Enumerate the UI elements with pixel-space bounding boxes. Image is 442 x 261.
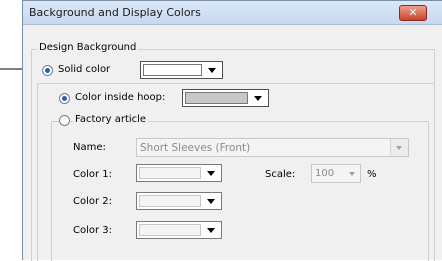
color1-dropdown[interactable] xyxy=(202,166,220,180)
color3-dropdown[interactable] xyxy=(202,223,220,237)
chevron-down-icon xyxy=(254,96,262,101)
name-dropdown[interactable] xyxy=(390,139,408,156)
color2-swatch xyxy=(139,195,201,207)
solid-color-picker[interactable] xyxy=(140,61,223,79)
color-inside-hoop-radio[interactable] xyxy=(59,93,70,104)
hoop-color-dropdown[interactable] xyxy=(249,91,267,105)
title-bar: Background and Display Colors ✕ xyxy=(23,1,442,25)
chevron-down-icon xyxy=(207,228,215,233)
name-combo[interactable]: Short Sleeves (Front) xyxy=(136,138,409,157)
design-background-label: Design Background xyxy=(37,42,139,53)
hoop-color-picker[interactable] xyxy=(182,89,269,107)
scale-dropdown[interactable] xyxy=(345,165,360,182)
scale-combo[interactable]: 100 xyxy=(311,164,361,183)
chevron-down-icon xyxy=(207,171,215,176)
close-icon: ✕ xyxy=(408,6,418,19)
solid-color-radio[interactable] xyxy=(42,65,53,76)
color1-swatch xyxy=(139,167,201,179)
chevron-down-icon xyxy=(349,172,355,176)
color2-dropdown[interactable] xyxy=(202,194,220,208)
hoop-color-swatch xyxy=(185,92,248,104)
color2-picker[interactable] xyxy=(136,192,222,210)
color3-swatch xyxy=(139,224,201,236)
scale-unit: % xyxy=(367,169,377,180)
color3-picker[interactable] xyxy=(136,221,222,239)
color3-label: Color 3: xyxy=(73,225,113,236)
chevron-down-icon xyxy=(396,146,402,150)
solid-color-swatch xyxy=(143,64,202,76)
name-value: Short Sleeves (Front) xyxy=(140,142,251,154)
solid-color-label[interactable]: Solid color xyxy=(58,64,110,75)
scale-value: 100 xyxy=(315,168,335,179)
factory-article-label[interactable]: Factory article xyxy=(73,114,149,125)
color1-picker[interactable] xyxy=(136,164,222,182)
color2-label: Color 2: xyxy=(73,196,113,207)
scale-label: Scale: xyxy=(265,169,296,180)
color1-label: Color 1: xyxy=(73,169,113,180)
chevron-down-icon xyxy=(207,199,215,204)
close-button[interactable]: ✕ xyxy=(399,5,427,21)
chevron-down-icon xyxy=(208,68,216,73)
name-label: Name: xyxy=(73,142,106,153)
dialog-window: Background and Display Colors ✕ Design B… xyxy=(22,0,442,261)
factory-article-radio[interactable] xyxy=(59,115,70,126)
dialog-title: Background and Display Colors xyxy=(29,6,201,19)
solid-color-dropdown[interactable] xyxy=(203,63,221,77)
color-inside-hoop-label[interactable]: Color inside hoop: xyxy=(75,92,165,103)
